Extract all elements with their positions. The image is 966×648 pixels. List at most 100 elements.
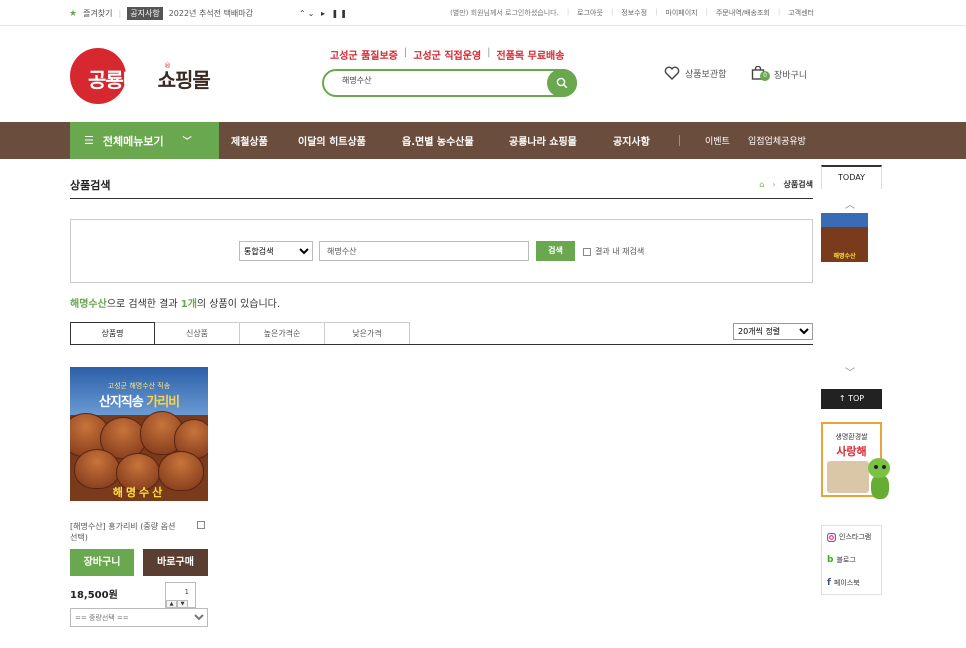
logo-text: 공룡나라쇼핑몰 — [88, 68, 211, 92]
header-search-button[interactable] — [547, 69, 577, 97]
notice-badge: 공지사항 — [127, 7, 163, 20]
quantity-down-button[interactable]: ▼ — [177, 600, 188, 608]
quantity-up-button[interactable]: ▲ — [166, 600, 177, 608]
social-links: 인스타그램 b 블로그 f 페이스북 — [821, 525, 882, 595]
product-name-link[interactable]: [해명수산] 홍가리비 (중량 옵션선택) — [70, 521, 180, 543]
cart-count-badge: 0 — [760, 71, 770, 81]
logout-link[interactable]: 로그아웃 — [577, 8, 603, 18]
page-title: 상품검색 — [70, 179, 111, 192]
result-count: 1개 — [180, 299, 197, 310]
topbar-left: ★ 즐겨찾기 | 공지사항 2022년 추석전 택배마감 ⌃⌄ ▸ ❚❚ — [69, 7, 349, 20]
sort-tabs: 상품명 신상품 높은가격순 낮은가격 — [70, 322, 410, 345]
mascot-body — [871, 475, 889, 499]
nav-item-monthly-hits[interactable]: 이달의 히트상품 — [298, 133, 366, 148]
result-keyword: 해명수산 — [70, 299, 107, 310]
search-result-summary: 해명수산으로 검색한 결과 1개의 상품이 있습니다. — [70, 295, 280, 310]
order-tracking-link[interactable]: 주문내역/배송조회 — [716, 8, 770, 18]
product-compare-checkbox[interactable] — [197, 521, 205, 529]
tab-name[interactable]: 상품명 — [70, 322, 155, 345]
header-search-input[interactable] — [342, 76, 542, 85]
facebook-link[interactable]: f 페이스북 — [827, 578, 860, 588]
nav-divider — [679, 135, 680, 146]
today-viewed-thumb[interactable]: 해명수산 — [821, 213, 868, 262]
breadcrumb: ⌂ › 상품검색 — [759, 179, 813, 190]
mypage-link[interactable]: 마이페이지 — [665, 8, 697, 18]
tab-price-low[interactable]: 낮은가격 — [325, 322, 410, 345]
notice-ticker-link[interactable]: 2022년 추석전 택배마감 — [169, 8, 253, 19]
search-icon — [556, 77, 568, 89]
search-scope-select[interactable]: 통합검색 — [239, 241, 313, 261]
nav-item-local-produce[interactable]: 읍.면별 농수산물 — [402, 133, 474, 148]
edit-info-link[interactable]: 정보수정 — [621, 8, 647, 18]
today-thumb-label: 해명수산 — [833, 253, 856, 260]
banner-line-2: 사랑해 — [836, 445, 867, 458]
mascot-eye — [882, 465, 886, 469]
slogan-quality: 고성군 품질보증 — [330, 51, 398, 62]
nav-item-seasonal[interactable]: 제철상품 — [231, 133, 268, 148]
product-image[interactable]: 고성군 해명수산 직송 산지직송 가리비 해명수산 — [70, 367, 208, 501]
cart-link[interactable]: 0 장바구니 — [751, 65, 808, 82]
nav-item-notice[interactable]: 공지사항 — [613, 133, 650, 148]
all-menu-label: 전체메뉴보기 — [102, 134, 164, 148]
product-price: 18,500원 — [70, 590, 118, 601]
weight-option-select[interactable]: == 중량선택 == — [70, 608, 208, 627]
nav-item-shopping-mall[interactable]: 공룡나라 쇼핑몰 — [509, 133, 577, 148]
chevron-down-icon[interactable]: ﹀ — [845, 364, 855, 379]
search-keyword-input[interactable] — [319, 241, 529, 261]
site-logo[interactable]: 공룡나라쇼핑몰 ® — [70, 48, 240, 104]
search-within-checkbox[interactable] — [583, 247, 591, 256]
all-menu-button[interactable]: ☰ 전체메뉴보기 ﹀ — [70, 122, 219, 159]
divider: | — [118, 9, 122, 18]
blog-icon: b — [827, 555, 834, 565]
search-within-results[interactable]: 결과 내 재검색 — [583, 246, 644, 257]
nav-item-event[interactable]: 이벤트 — [705, 134, 730, 147]
slogan-free-shipping: 전품목 무료배송 — [496, 51, 565, 62]
arrow-up-icon: ↑ — [838, 394, 846, 403]
ticker-controls[interactable]: ⌃⌄ ▸ ❚❚ — [299, 9, 349, 18]
header-search — [322, 69, 577, 97]
customer-center-link[interactable]: 고객센터 — [788, 8, 814, 18]
divider: | — [487, 47, 491, 58]
divider: | — [566, 8, 570, 16]
divider: | — [403, 47, 408, 58]
today-viewed-header: TODAY — [821, 165, 882, 189]
product-image-caption-top: 고성군 해명수산 직송 — [107, 382, 171, 390]
breadcrumb-current: 상품검색 — [783, 180, 813, 189]
quantity-stepper: 1 ▲ ▼ — [165, 582, 196, 608]
slogan-direct: 고성군 직접운영 — [413, 51, 482, 62]
welcome-text: (별만) 회원님께서 로그인하셨습니다. — [450, 9, 559, 17]
home-icon[interactable]: ⌂ — [759, 180, 764, 189]
divider: | — [655, 8, 658, 16]
product-image-caption-main: 산지직송 가리비 — [98, 395, 180, 410]
blog-link[interactable]: b 블로그 — [827, 555, 856, 565]
thumb-sky — [821, 213, 868, 227]
topbar-right: (별만) 회원님께서 로그인하셨습니다. | 로그아웃 | 정보수정 | 마이페… — [450, 8, 814, 18]
cart-label: 장바구니 — [774, 70, 808, 81]
scallop-shape — [74, 449, 120, 489]
tabs-divider — [70, 344, 813, 345]
page-size-select[interactable]: 20개씩 정렬 — [733, 323, 813, 340]
divider: | — [705, 8, 708, 16]
dinosaur-mascot — [864, 458, 894, 502]
wishlist-link[interactable]: 상품보관함 — [664, 66, 726, 80]
scroll-top-button[interactable]: ↑ TOP — [821, 389, 882, 409]
result-text-1: 으로 검색한 결과 — [106, 299, 181, 310]
instagram-link[interactable]: 인스타그램 — [827, 532, 871, 542]
facebook-icon: f — [827, 578, 831, 588]
header-slogans: 고성군 품질보증 | 고성군 직접운영 | 전품목 무료배송 — [330, 47, 564, 62]
chevron-up-icon[interactable]: ︿ — [845, 196, 855, 211]
search-submit-button[interactable]: 검색 — [536, 241, 575, 261]
product-image-brand: 해명수산 — [112, 486, 166, 499]
buy-now-button[interactable]: 바로구매 — [143, 549, 208, 576]
add-to-cart-button[interactable]: 장바구니 — [70, 549, 134, 576]
result-text-2: 의 상품이 있습니다. — [196, 299, 281, 310]
quantity-value[interactable]: 1 — [166, 588, 195, 596]
instagram-icon — [827, 532, 836, 542]
tab-new[interactable]: 신상품 — [155, 322, 240, 345]
chevron-down-icon: ﹀ — [182, 137, 192, 147]
mascot-eye — [874, 465, 878, 469]
bookmark-link[interactable]: 즐겨찾기 — [83, 8, 112, 19]
banner-line-1: 생명환경쌀 — [835, 433, 868, 441]
nav-item-vendor-board[interactable]: 입점업체공유방 — [748, 134, 806, 147]
tab-price-high[interactable]: 높은가격순 — [240, 322, 325, 345]
